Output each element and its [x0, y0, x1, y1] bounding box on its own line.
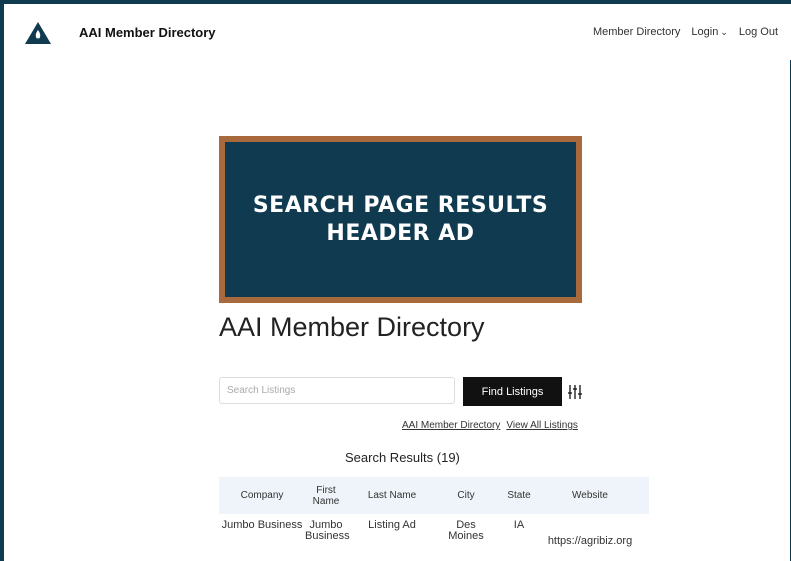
ad-text: SEARCH PAGE RESULTS HEADER AD — [252, 192, 549, 246]
cell-last-name: Listing Ad — [368, 519, 416, 531]
nav-login[interactable]: Login ⌄ — [691, 26, 727, 38]
logo-icon[interactable] — [25, 22, 51, 44]
col-city[interactable]: City — [437, 490, 495, 501]
col-website[interactable]: Website — [543, 490, 637, 501]
results-table: Company First Name Last Name City State … — [219, 477, 649, 547]
cell-company: Jumbo Business — [221, 519, 303, 531]
table-row[interactable]: Jumbo Business Jumbo Business Listing Ad… — [219, 514, 649, 547]
nav-links: Member Directory Login ⌄ Log Out — [593, 26, 778, 38]
nav-login-label: Login — [691, 26, 719, 38]
cell-state: IA — [513, 519, 525, 531]
results-heading: Search Results (19) — [345, 450, 460, 465]
cell-first-name: Jumbo Business — [305, 519, 350, 542]
nav-logout[interactable]: Log Out — [739, 26, 778, 38]
header-ad-banner[interactable]: SEARCH PAGE RESULTS HEADER AD — [219, 136, 582, 303]
cell-city: Des Moines — [448, 519, 484, 542]
search-input[interactable] — [219, 377, 455, 404]
col-first-name[interactable]: First Name — [305, 485, 347, 507]
navbar: AAI Member Directory Member Directory Lo… — [4, 4, 791, 60]
filter-sliders-icon[interactable] — [568, 384, 582, 400]
link-view-all-listings[interactable]: View All Listings — [506, 420, 578, 431]
find-listings-button[interactable]: Find Listings — [463, 377, 562, 406]
page-title: AAI Member Directory — [219, 312, 485, 342]
col-state[interactable]: State — [495, 490, 543, 501]
table-header: Company First Name Last Name City State … — [219, 477, 649, 514]
directory-links: AAI Member Directory View All Listings — [402, 420, 578, 431]
cell-website[interactable]: https://agribiz.org — [543, 520, 637, 547]
link-aai-member-directory[interactable]: AAI Member Directory — [402, 420, 500, 431]
chevron-down-icon: ⌄ — [720, 27, 728, 37]
col-last-name[interactable]: Last Name — [347, 490, 437, 501]
nav-member-directory[interactable]: Member Directory — [593, 26, 680, 38]
col-company[interactable]: Company — [219, 490, 305, 501]
brand-title[interactable]: AAI Member Directory — [79, 25, 216, 40]
